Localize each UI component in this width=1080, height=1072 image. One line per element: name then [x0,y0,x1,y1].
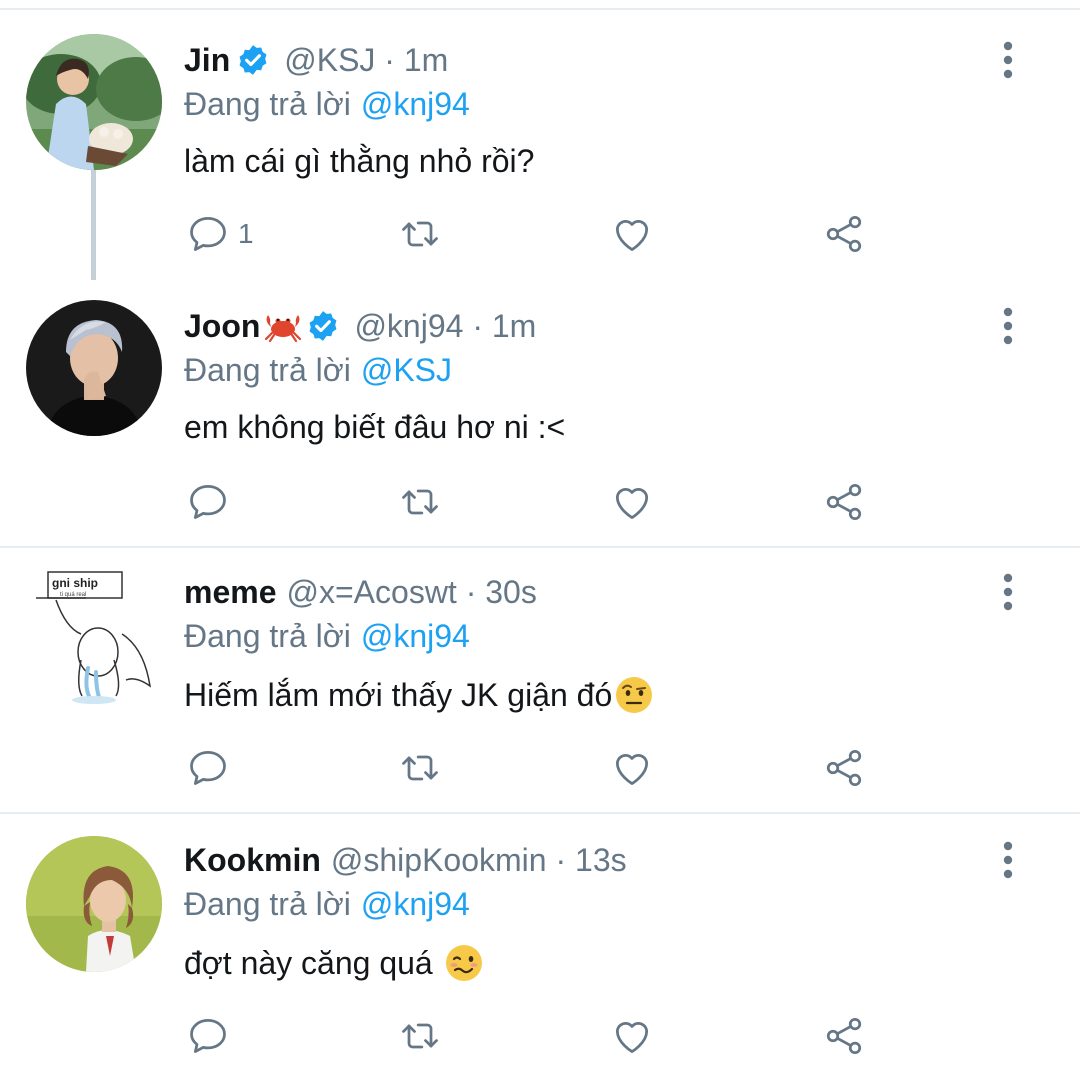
retweet-button[interactable] [398,212,442,256]
replying-prefix: Đang trả lời [184,351,351,388]
tweet-text: đợt này căng quá [184,944,442,981]
tweet-body: đợt này căng quá [184,940,484,986]
share-icon [822,212,866,256]
handle-and-time: @knj94 · 1m [354,307,537,344]
like-button[interactable] [610,746,654,790]
share-icon [822,480,866,524]
mention-link[interactable]: @knj94 [361,618,470,655]
tweet-header: Kookmin @shipKookmin · 13s [184,838,627,882]
woozy-face-icon [445,945,482,981]
replying-prefix: Đang trả lời [184,617,351,654]
avatar[interactable] [26,300,162,436]
tweet-text: em không biết đâu hơ ni :< [184,408,566,445]
avatar-sign-subtext: ti quá real [60,592,86,598]
heart-icon [610,480,654,524]
replying-to: Đang trả lời @knj94 [184,882,470,926]
replying-to: Đang trả lời @knj94 [184,614,470,658]
tweet-header: Jin @KSJ · 1m [184,38,448,82]
reply-button[interactable] [186,1014,230,1058]
reply-bubble-icon [186,1014,230,1058]
reply-bubble-icon [186,746,230,790]
tweet-body: Hiếm lắm mới thấy JK giận đó [184,672,654,718]
crab-icon [265,315,302,343]
display-name[interactable]: Kookmin [184,842,321,879]
verified-badge-icon [306,309,340,343]
thread-line [91,166,96,280]
handle-and-time: @x=Acoswt · 30s [286,573,537,610]
tweet-jin[interactable]: Jin @KSJ · 1m Đang trả lời @knj94 làm cá… [0,10,1080,280]
handle-and-time: @shipKookmin · 13s [330,841,627,878]
replying-prefix: Đang trả lời [184,885,351,922]
tweet-text: làm cái gì thằng nhỏ rồi? [184,142,535,179]
avatar[interactable] [26,836,162,972]
share-button[interactable] [822,212,866,256]
mention-link[interactable]: @KSJ [361,352,452,389]
like-button[interactable] [610,480,654,524]
reply-button[interactable]: 1 [186,212,254,256]
reply-button[interactable] [186,480,230,524]
retweet-button[interactable] [398,1014,442,1058]
mention-link[interactable]: @knj94 [361,86,470,123]
display-name[interactable]: meme [184,574,277,611]
reply-bubble-icon [186,480,230,524]
retweet-icon [398,480,442,524]
tweet-kookmin[interactable]: Kookmin @shipKookmin · 13s Đang trả lời … [0,814,1080,1072]
heart-icon [610,1014,654,1058]
reply-count: 1 [238,218,254,249]
display-name[interactable]: Jin [184,42,230,79]
heart-icon [610,212,654,256]
tweet-joon[interactable]: Joon @knj94 · 1m Đang trả lời @KSJ em kh… [0,280,1080,548]
tweet-text: Hiếm lắm mới thấy JK giận đó [184,676,613,713]
more-vertical-icon[interactable] [996,840,1020,880]
display-name[interactable]: Joon [184,308,260,345]
avatar[interactable]: gni ship ti quá real [26,568,162,704]
share-button[interactable] [822,1014,866,1058]
tweet-header: meme @x=Acoswt · 30s [184,570,537,614]
replying-to: Đang trả lời @knj94 [184,82,470,126]
retweet-icon [398,212,442,256]
like-button[interactable] [610,1014,654,1058]
more-vertical-icon[interactable] [996,306,1020,346]
avatar[interactable] [26,34,162,170]
heart-icon [610,746,654,790]
share-icon [822,746,866,790]
avatar-sign-text: gni ship [52,576,98,590]
mention-link[interactable]: @knj94 [361,886,470,923]
verified-badge-icon [236,43,270,77]
replying-to: Đang trả lời @KSJ [184,348,452,392]
more-vertical-icon[interactable] [996,572,1020,612]
retweet-button[interactable] [398,480,442,524]
share-button[interactable] [822,480,866,524]
retweet-icon [398,1014,442,1058]
face-with-raised-eyebrow-icon [616,677,653,713]
tweet-meme[interactable]: gni ship ti quá real meme @x=Acoswt · 30… [0,548,1080,814]
handle-and-time: @KSJ · 1m [284,41,449,78]
retweet-icon [398,746,442,790]
like-button[interactable] [610,212,654,256]
reply-bubble-icon [186,212,230,256]
reply-button[interactable] [186,746,230,790]
more-vertical-icon[interactable] [996,40,1020,80]
share-icon [822,1014,866,1058]
share-button[interactable] [822,746,866,790]
replying-prefix: Đang trả lời [184,85,351,122]
tweet-header: Joon @knj94 · 1m [184,304,536,348]
retweet-button[interactable] [398,746,442,790]
